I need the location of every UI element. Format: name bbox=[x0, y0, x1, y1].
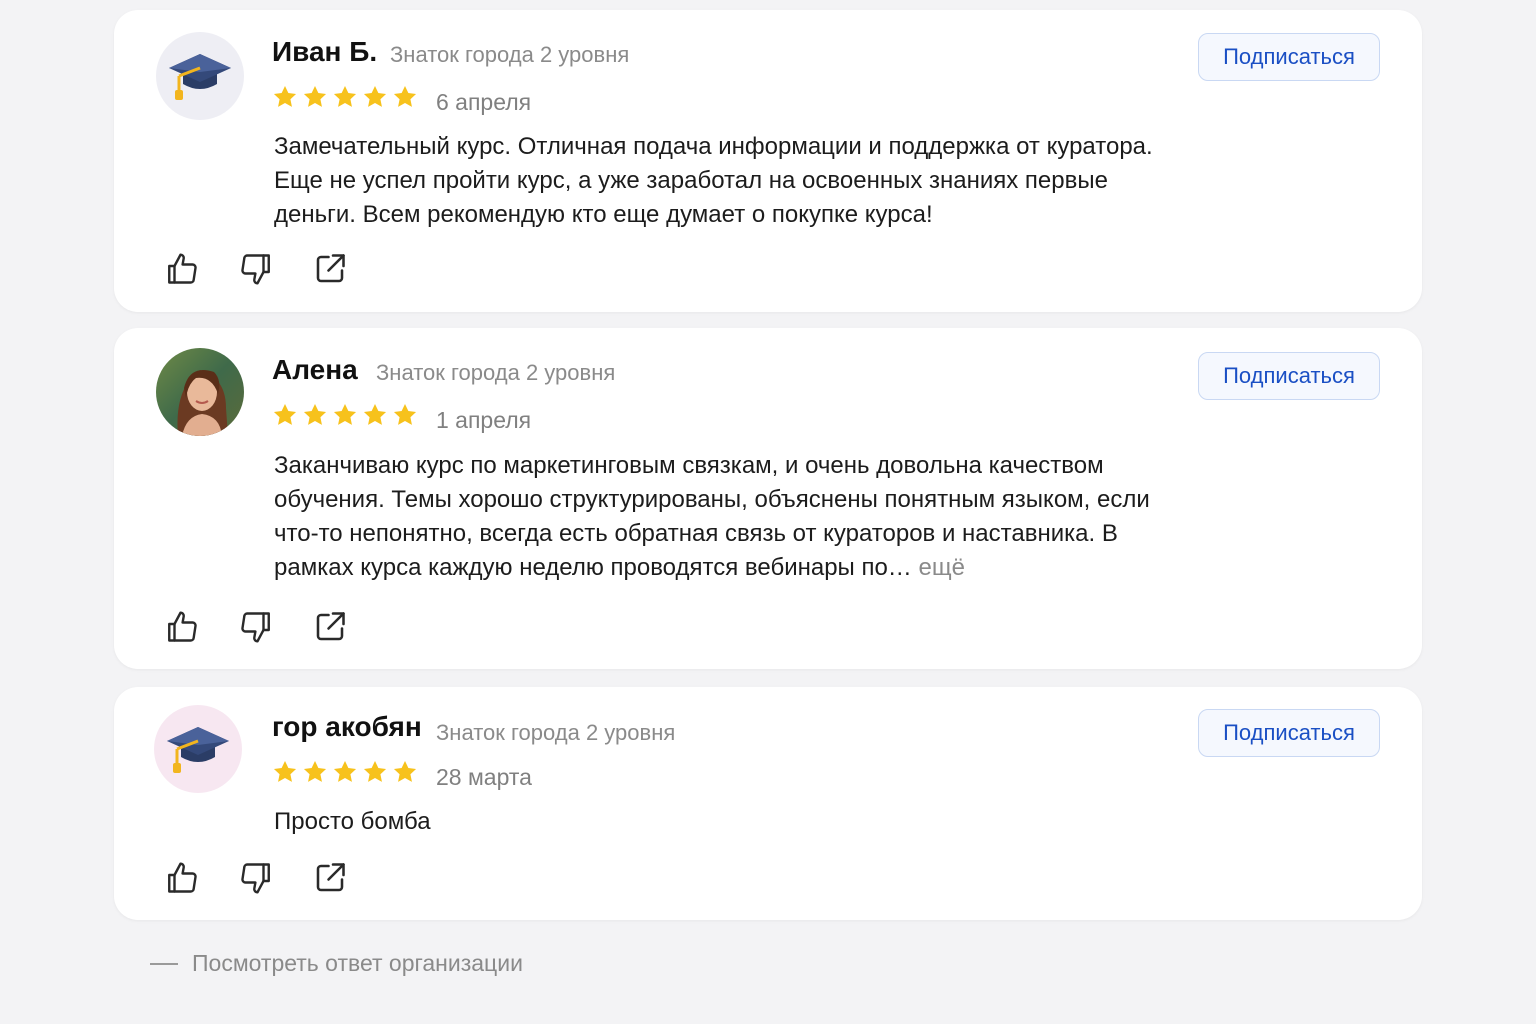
review-card: гор акобян Знаток города 2 уровня 28 мар… bbox=[114, 687, 1422, 920]
org-reply-label: Посмотреть ответ организации bbox=[192, 950, 523, 976]
subscribe-button[interactable]: Подписаться bbox=[1198, 33, 1380, 81]
avatar[interactable] bbox=[156, 32, 244, 120]
star-icon bbox=[392, 759, 418, 785]
star-icon bbox=[272, 402, 298, 428]
star-icon bbox=[272, 84, 298, 110]
star-icon bbox=[302, 84, 328, 110]
author-level: Знаток города 2 уровня bbox=[376, 360, 616, 385]
author-level: Знаток города 2 уровня bbox=[436, 720, 676, 745]
subscribe-button[interactable]: Подписаться bbox=[1198, 709, 1380, 757]
avatar[interactable] bbox=[156, 348, 244, 436]
thumbs-up-icon[interactable] bbox=[164, 860, 200, 896]
star-icon bbox=[392, 402, 418, 428]
star-icon bbox=[332, 402, 358, 428]
review-card: Алена Знаток города 2 уровня 1 апреля За… bbox=[114, 328, 1422, 669]
review-actions bbox=[164, 860, 348, 896]
rating-stars bbox=[272, 84, 418, 110]
review-actions bbox=[164, 251, 348, 287]
author-name[interactable]: Иван Б. bbox=[272, 36, 377, 68]
review-date: 28 марта bbox=[436, 764, 532, 790]
share-icon[interactable] bbox=[312, 609, 348, 645]
review-actions bbox=[164, 609, 348, 645]
thumbs-down-icon[interactable] bbox=[238, 860, 274, 896]
review-text: Замечательный курс. Отличная подача инфо… bbox=[274, 130, 1179, 232]
star-icon bbox=[332, 759, 358, 785]
star-icon bbox=[362, 759, 388, 785]
dash-divider bbox=[150, 962, 178, 965]
thumbs-down-icon[interactable] bbox=[238, 609, 274, 645]
review-text: Заканчиваю курс по маркетинговым связкам… bbox=[274, 449, 1154, 585]
avatar[interactable] bbox=[154, 705, 242, 793]
author-name[interactable]: Алена bbox=[272, 354, 358, 386]
thumbs-down-icon[interactable] bbox=[238, 251, 274, 287]
star-icon bbox=[392, 84, 418, 110]
user-photo bbox=[156, 348, 244, 436]
graduation-cap-icon bbox=[163, 719, 233, 779]
view-organization-reply[interactable]: Посмотреть ответ организации bbox=[150, 950, 523, 977]
share-icon[interactable] bbox=[312, 251, 348, 287]
rating-stars bbox=[272, 402, 418, 428]
review-text-body: Заканчиваю курс по маркетинговым связкам… bbox=[274, 452, 1150, 581]
graduation-cap-icon bbox=[165, 46, 235, 106]
review-date: 6 апреля bbox=[436, 89, 532, 115]
thumbs-up-icon[interactable] bbox=[164, 609, 200, 645]
review-date: 1 апреля bbox=[436, 407, 532, 433]
read-more-link[interactable]: ещё bbox=[918, 554, 964, 581]
author-name[interactable]: гор акобян bbox=[272, 711, 422, 743]
rating-stars bbox=[272, 759, 418, 785]
subscribe-button[interactable]: Подписаться bbox=[1198, 352, 1380, 400]
review-text: Просто бомба bbox=[274, 805, 1184, 839]
author-level: Знаток города 2 уровня bbox=[390, 42, 630, 67]
review-text-body: Замечательный курс. Отличная подача инфо… bbox=[274, 133, 1153, 228]
star-icon bbox=[362, 84, 388, 110]
share-icon[interactable] bbox=[312, 860, 348, 896]
thumbs-up-icon[interactable] bbox=[164, 251, 200, 287]
star-icon bbox=[272, 759, 298, 785]
star-icon bbox=[302, 402, 328, 428]
star-icon bbox=[332, 84, 358, 110]
star-icon bbox=[362, 402, 388, 428]
star-icon bbox=[302, 759, 328, 785]
review-text-body: Просто бомба bbox=[274, 808, 431, 835]
review-card: Иван Б. Знаток города 2 уровня 6 апреля … bbox=[114, 10, 1422, 312]
